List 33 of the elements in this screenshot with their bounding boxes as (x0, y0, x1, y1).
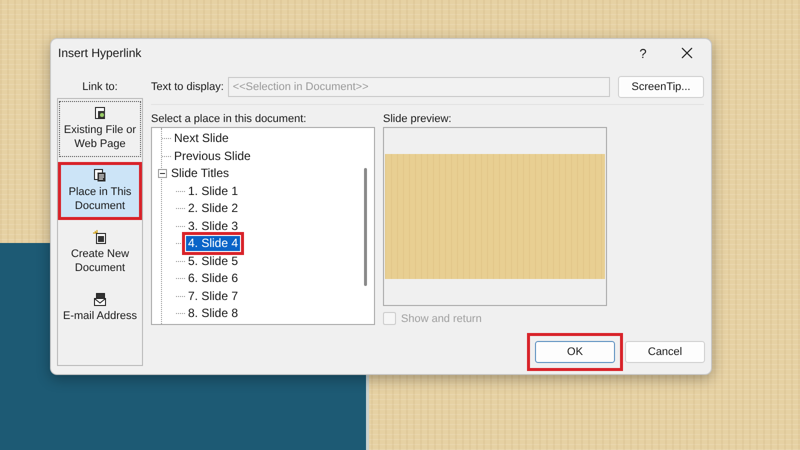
tree-item[interactable]: 8. Slide 8 (186, 306, 240, 322)
document-icon (93, 106, 107, 120)
help-button[interactable]: ? (621, 39, 665, 67)
show-and-return-label: Show and return (401, 312, 482, 324)
tree-item[interactable]: 7. Slide 7 (186, 288, 240, 304)
place-tree[interactable]: Next Slide Previous Slide Slide Titles 1. Slide 1 2. Slide 2 3. Slide 3 4. Slide 4 5. Slide 5 6. Slide 6 7. Slide 7 8. Slide 8 (151, 127, 375, 325)
tree-item[interactable]: 6. Slide 6 (186, 271, 240, 286)
link-type-button[interactable]: Create New Document (59, 225, 141, 281)
link-type-button[interactable]: Existing File or Web Page (59, 101, 141, 157)
document-icon (93, 168, 107, 182)
new-document-icon (93, 230, 107, 244)
tree-item[interactable]: 4. Slide 4 (186, 236, 240, 252)
tree-item[interactable]: Previous Slide (172, 148, 253, 164)
text-to-display-label: Text to display: (151, 81, 224, 93)
link-type-button[interactable]: Place in This Document (59, 163, 141, 219)
place-list-label: Select a place in this document: (151, 112, 308, 127)
screentip-button[interactable]: ScreenTip... (618, 76, 704, 98)
envelope-icon (93, 292, 107, 306)
link-type-button[interactable]: E-mail Address (59, 287, 141, 329)
collapse-icon[interactable] (158, 169, 167, 178)
close-icon (681, 47, 693, 59)
window-title: Insert Hyperlink (58, 46, 142, 60)
scrollbar[interactable] (364, 168, 367, 286)
tree-item[interactable]: 2. Slide 2 (186, 201, 240, 216)
tree-item[interactable]: Next Slide (172, 131, 231, 146)
tree-item[interactable]: 1. Slide 1 (186, 184, 240, 199)
preview-label: Slide preview: (383, 112, 452, 127)
link-to-label: Link to: (81, 80, 119, 95)
tree-item[interactable]: 3. Slide 3 (186, 218, 240, 234)
dialog-button[interactable]: OK (535, 341, 615, 363)
dialog-button[interactable]: Cancel (625, 341, 705, 363)
tree-item[interactable]: 5. Slide 5 (186, 254, 240, 269)
tree-item[interactable]: Slide Titles (169, 166, 232, 182)
